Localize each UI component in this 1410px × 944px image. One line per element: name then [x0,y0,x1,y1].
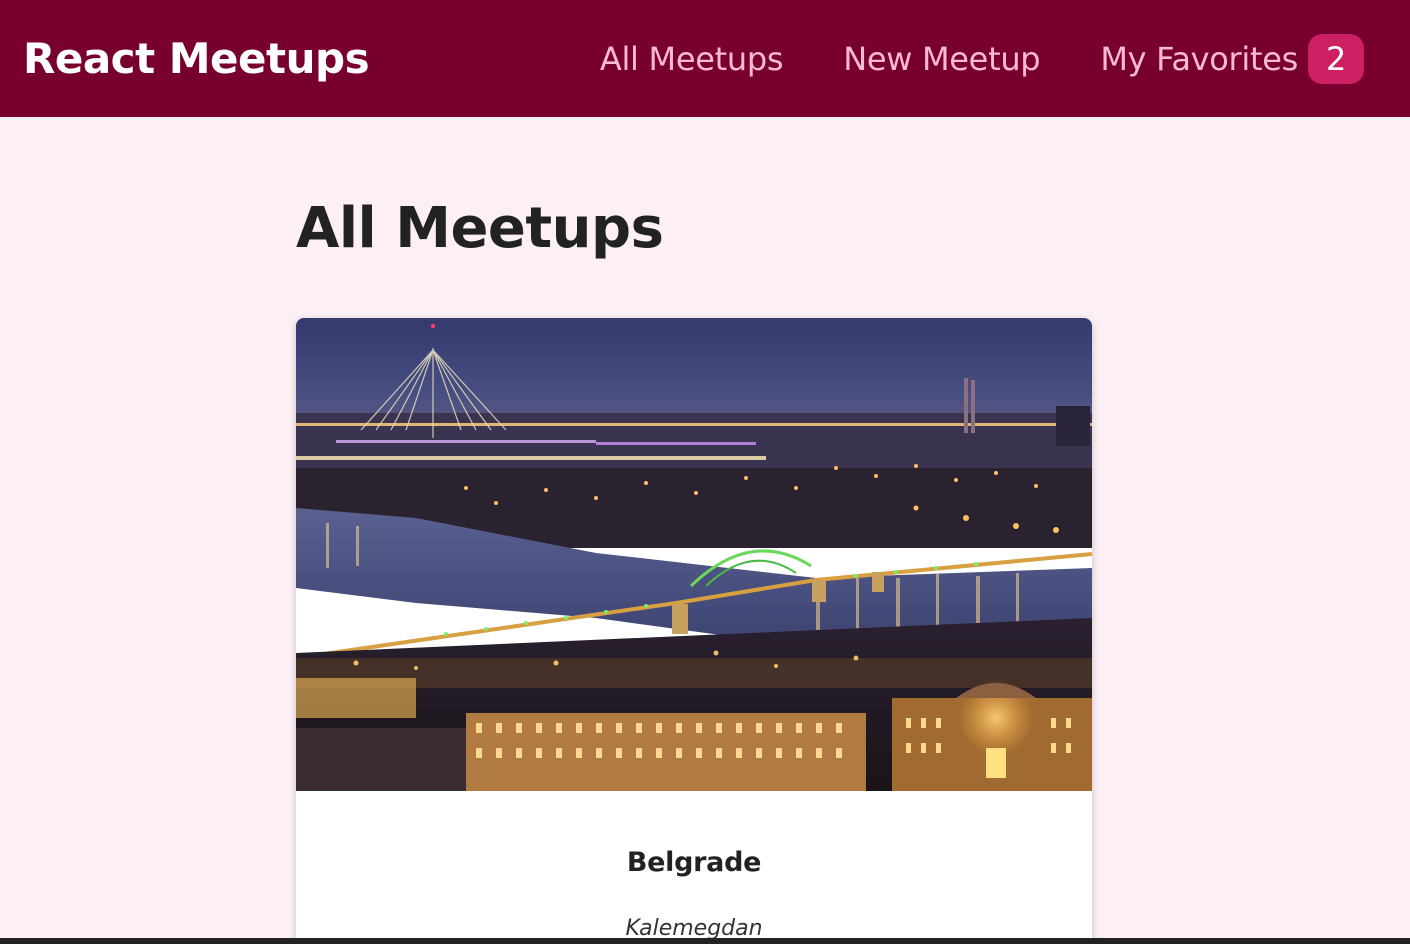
favorites-count-badge: 2 [1308,33,1364,84]
nav-link-label: All Meetups [599,39,784,78]
nav-link-label: New Meetup [843,39,1041,78]
nav-link-new-meetup[interactable]: New Meetup [843,40,1040,78]
page-title: All Meetups [296,196,664,261]
meetup-card-content: Belgrade Kalemegdan [296,791,1092,941]
meetup-image [296,318,1092,791]
window-bottom-edge [0,938,1410,944]
meetup-title: Belgrade [626,847,762,878]
main-nav: All Meetups New Meetup My Favorites 2 [540,0,1364,117]
nav-link-all-meetups[interactable]: All Meetups [599,39,784,78]
nav-link-label: My Favorites [1100,39,1298,78]
meetup-card: Belgrade Kalemegdan [296,318,1092,944]
main-header: React Meetups All Meetups New Meetup My … [0,0,1410,117]
logo[interactable]: React Meetups [23,34,370,83]
nav-link-my-favorites[interactable]: My Favorites 2 [1100,33,1364,84]
